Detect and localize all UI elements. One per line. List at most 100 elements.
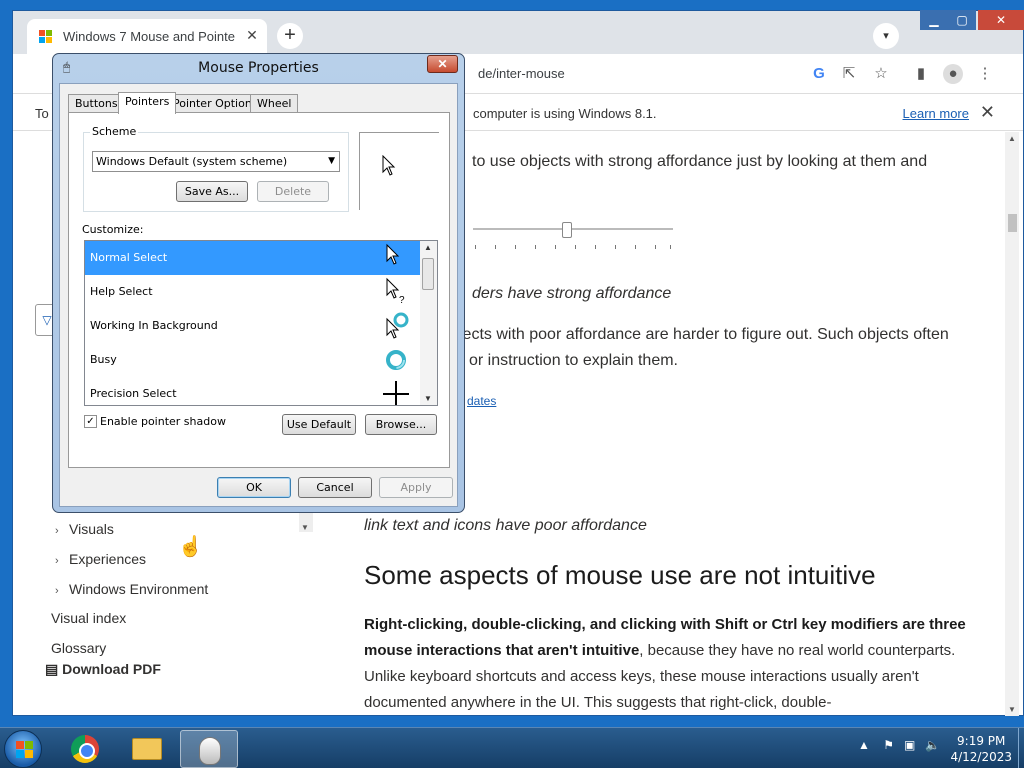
infobar-left-text: To <box>35 106 49 121</box>
page-scrollbar[interactable]: ▲ ▼ <box>1005 132 1019 716</box>
clock-date: 4/12/2023 <box>950 750 1012 764</box>
article-paragraph: Right-clicking, double-clicking, and cli… <box>364 612 969 716</box>
slider-ticks <box>475 245 671 251</box>
article-text-line: to use objects with strong affordance ju… <box>472 153 928 170</box>
nav-item-glossary[interactable]: Glossary <box>51 640 106 656</box>
clock[interactable]: 9:19 PM 4/12/2023 <box>950 733 1012 765</box>
cursor-row-help-select[interactable]: Help Select ? <box>85 275 421 309</box>
example-link[interactable]: dates <box>467 394 496 408</box>
tab-buttons[interactable]: Buttons <box>68 94 125 113</box>
google-translate-icon[interactable]: G <box>809 64 829 84</box>
new-tab-button[interactable]: + <box>277 23 303 49</box>
cursor-row-precision-select[interactable]: Precision Select <box>85 377 421 405</box>
use-default-button[interactable]: Use Default <box>282 414 356 435</box>
nav-item-label: Experiences <box>69 551 147 567</box>
network-icon[interactable]: ▣ <box>904 738 915 752</box>
infobar-close-icon[interactable]: ✕ <box>980 102 995 123</box>
cursor-row-busy[interactable]: Busy <box>85 343 421 377</box>
browser-tab[interactable]: Windows 7 Mouse and Pointers ✕ <box>27 19 267 54</box>
taskbar: ▲ ⚑ ▣ 🔈 9:19 PM 4/12/2023 <box>0 727 1024 768</box>
section-heading: Some aspects of mouse use are not intuit… <box>364 560 876 590</box>
menu-kebab-icon[interactable]: ⋮ <box>975 64 995 84</box>
tab-wheel[interactable]: Wheel <box>250 94 299 113</box>
tab-pointers[interactable]: Pointers <box>118 92 177 114</box>
ok-button[interactable]: OK <box>217 477 291 498</box>
address-bar[interactable]: de/inter-mouse <box>443 60 793 88</box>
link-caption: link text and icons have poor affordance <box>364 517 647 534</box>
volume-muted-icon[interactable]: 🔈 <box>925 738 940 752</box>
arrow-cursor-icon <box>386 243 400 265</box>
microsoft-logo-icon <box>39 30 53 44</box>
crosshair-cursor-icon <box>383 381 409 405</box>
maximize-button[interactable]: ▢ <box>948 10 976 30</box>
cursor-row-label: Help Select <box>90 285 153 298</box>
taskbar-explorer[interactable] <box>118 730 176 768</box>
side-panel-icon[interactable]: ▮ <box>911 64 931 84</box>
cursor-row-label: Normal Select <box>90 251 168 264</box>
cursor-list-scrollbar[interactable]: ▲ ▼ <box>420 241 437 405</box>
profile-avatar-icon[interactable]: ● <box>943 64 963 84</box>
slider-caption: ders have strong affordance <box>472 285 672 302</box>
folder-icon <box>132 738 162 760</box>
share-icon[interactable]: ⇱ <box>839 64 859 84</box>
window-close-button[interactable]: ✕ <box>978 10 1024 30</box>
minimize-button[interactable]: ▁ <box>920 10 948 30</box>
save-as-button[interactable]: Save As... <box>176 181 248 202</box>
busy-cursor-icon <box>386 350 406 370</box>
nav-item-label: Windows Environment <box>69 581 209 597</box>
download-pdf-link[interactable]: ▤ Download PDF <box>45 661 161 678</box>
customize-label: Customize: <box>82 223 144 236</box>
scroll-thumb[interactable] <box>422 258 434 290</box>
pointer-shadow-label: Enable pointer shadow <box>100 415 226 428</box>
scheme-dropdown[interactable]: Windows Default (system scheme) ▼ <box>92 151 340 172</box>
cursor-row-label: Busy <box>90 353 117 366</box>
scroll-up-icon[interactable]: ▲ <box>1005 134 1019 143</box>
download-pdf-label: Download PDF <box>62 661 161 677</box>
svg-text:?: ? <box>399 295 405 306</box>
tab-close-icon[interactable]: ✕ <box>243 26 261 44</box>
tab-strip: Windows 7 Mouse and Pointers ✕ + ▾ <box>13 11 1023 54</box>
cursor-preview <box>359 132 439 210</box>
example-slider-thumb[interactable] <box>562 222 572 238</box>
nav-item-label: Visuals <box>69 521 114 537</box>
cursor-row-working-in-background[interactable]: Working In Background <box>85 309 421 343</box>
dialog-close-button[interactable]: ✕ <box>427 55 458 73</box>
learn-more-link[interactable]: Learn more <box>903 106 969 121</box>
taskbar-chrome[interactable] <box>56 730 114 768</box>
pointer-shadow-checkbox[interactable]: ✓ <box>84 415 97 428</box>
chevron-right-icon: › <box>55 555 59 567</box>
show-desktop-button[interactable] <box>1018 728 1024 768</box>
scheme-value: Windows Default (system scheme) <box>96 155 288 168</box>
pointers-panel: Windows Default (system scheme) ▼ Save A… <box>68 112 450 468</box>
clock-time: 9:19 PM <box>957 734 1006 748</box>
tab-search-button[interactable]: ▾ <box>873 23 899 49</box>
arrow-cursor-icon <box>382 155 396 176</box>
infobar-message: computer is using Windows 8.1. <box>473 106 657 121</box>
nav-item-experiences[interactable]: › Experiences <box>55 551 146 567</box>
nav-item-windows-environment[interactable]: › Windows Environment <box>55 581 208 597</box>
cancel-button[interactable]: Cancel <box>298 477 372 498</box>
bookmark-star-icon[interactable]: ☆ <box>871 64 891 84</box>
taskbar-mouse-properties[interactable] <box>180 730 238 768</box>
chevron-right-icon: › <box>55 525 59 537</box>
cursor-row-normal-select[interactable]: Normal Select <box>85 241 421 275</box>
browse-button[interactable]: Browse... <box>365 414 437 435</box>
apply-button[interactable]: Apply <box>379 477 453 498</box>
delete-button[interactable]: Delete <box>257 181 329 202</box>
show-hidden-icons-icon[interactable]: ▲ <box>858 738 870 752</box>
mouse-properties-dialog: 🖱 Mouse Properties ✕ Buttons Pointers Po… <box>52 53 465 513</box>
chevron-right-icon: › <box>55 585 59 597</box>
working-cursor-icon <box>386 312 409 339</box>
cursor-list[interactable]: Normal Select Help Select ? Working In B… <box>84 240 438 406</box>
dropdown-arrow-icon: ▼ <box>328 156 335 166</box>
scroll-up-icon[interactable]: ▲ <box>424 243 432 252</box>
scheme-label: Scheme <box>90 125 139 138</box>
nav-item-visuals[interactable]: › Visuals <box>55 521 114 537</box>
start-button[interactable] <box>4 730 42 768</box>
action-center-flag-icon[interactable]: ⚑ <box>883 738 894 752</box>
scroll-down-icon[interactable]: ▼ <box>1005 705 1019 714</box>
nav-item-visual-index[interactable]: Visual index <box>51 610 126 626</box>
scroll-down-icon[interactable]: ▼ <box>424 394 432 403</box>
scheme-group: Windows Default (system scheme) ▼ Save A… <box>83 132 349 212</box>
scroll-thumb[interactable] <box>1008 214 1017 232</box>
